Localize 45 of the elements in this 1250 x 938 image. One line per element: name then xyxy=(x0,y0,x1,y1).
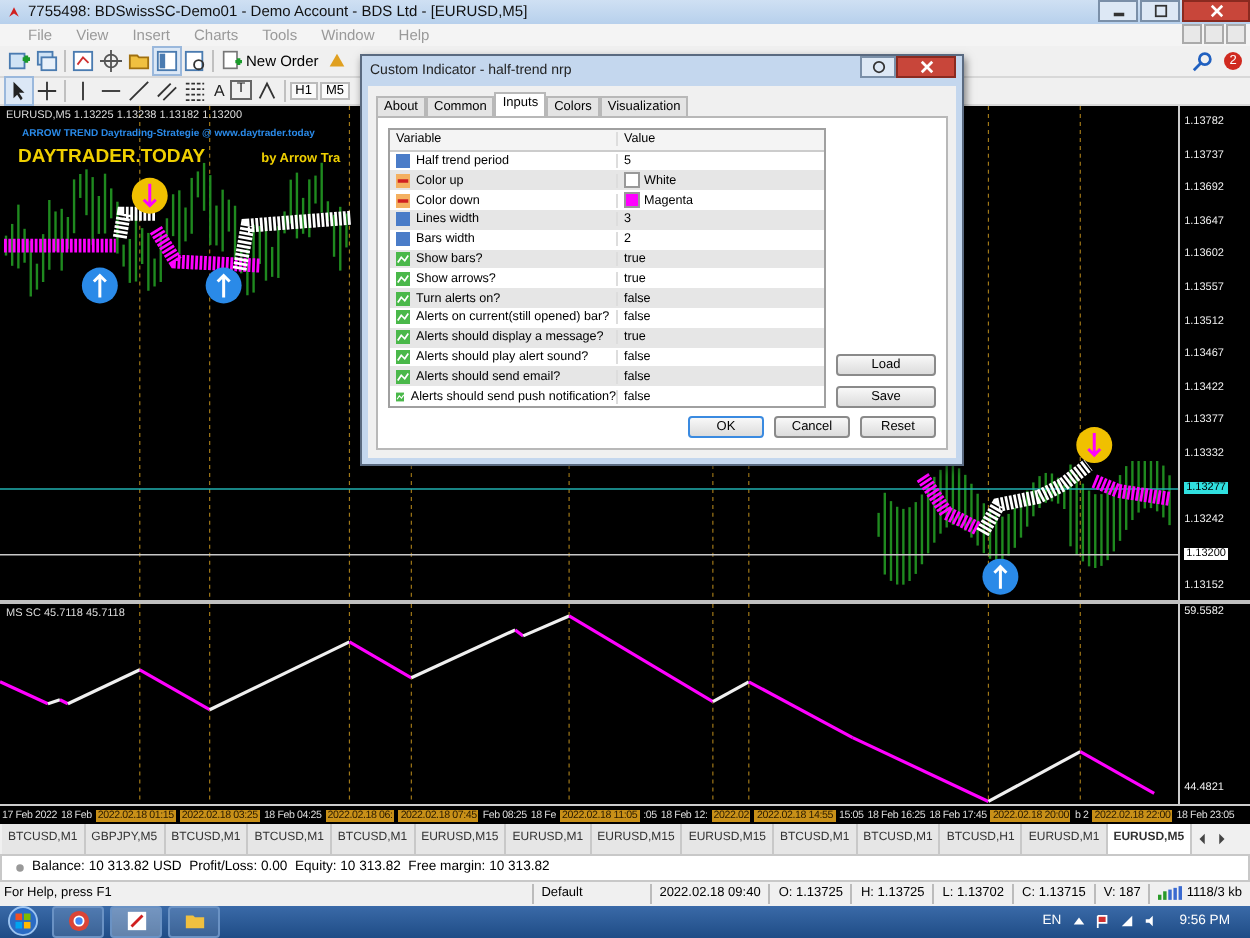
document-plus-icon xyxy=(222,50,242,71)
folder-taskbar-button[interactable] xyxy=(168,905,220,938)
speaker-icon[interactable] xyxy=(1143,914,1158,929)
switch-type-icon xyxy=(396,350,410,364)
switch-type-icon xyxy=(396,291,410,306)
browser-taskbar-button[interactable] xyxy=(52,905,104,938)
market-watch-icon[interactable] xyxy=(70,47,96,74)
maximize-icon xyxy=(1151,4,1169,18)
fibonacci-icon[interactable] xyxy=(182,77,208,104)
switch-type-icon xyxy=(396,252,410,267)
chart-app-icon xyxy=(125,910,147,933)
start-button[interactable] xyxy=(8,906,38,937)
close-button[interactable] xyxy=(896,56,956,78)
switch-type-icon xyxy=(396,369,410,384)
search-icon[interactable] xyxy=(1190,47,1216,74)
flag-icon[interactable] xyxy=(1095,914,1110,929)
signal-icon[interactable] xyxy=(1119,914,1134,929)
folder-icon xyxy=(183,910,205,933)
scroll-right-icon[interactable] xyxy=(1214,831,1229,846)
caret-up-icon[interactable] xyxy=(1071,914,1086,929)
close-button[interactable] xyxy=(1182,0,1250,22)
switch-type-icon xyxy=(396,330,410,345)
new-chart-icon[interactable] xyxy=(6,47,32,74)
number-type-icon xyxy=(396,154,410,169)
browser-icon xyxy=(67,910,89,933)
status-dot-icon xyxy=(14,861,26,874)
help-button[interactable] xyxy=(860,56,896,78)
arrows-icon[interactable] xyxy=(253,77,280,104)
scroll-left-icon[interactable] xyxy=(1196,831,1211,846)
connection-bars-icon xyxy=(1158,886,1183,901)
crosshair-icon[interactable] xyxy=(98,47,124,74)
switch-type-icon xyxy=(396,310,410,325)
maximize-button[interactable] xyxy=(1140,0,1180,22)
profiles-icon[interactable] xyxy=(34,47,60,74)
navigator-icon[interactable] xyxy=(154,47,180,74)
switch-type-icon xyxy=(396,271,410,286)
app-logo-icon xyxy=(6,3,22,20)
crosshair-icon[interactable] xyxy=(34,77,60,104)
switch-type-icon xyxy=(396,389,405,404)
trend-line-icon[interactable] xyxy=(126,77,152,104)
text-tool[interactable]: A xyxy=(210,81,229,100)
cursor-icon[interactable] xyxy=(6,77,32,104)
logo-text: DAYTRADER.TODAY xyxy=(18,146,206,169)
terminal-taskbar-button[interactable] xyxy=(110,905,162,938)
minimize-button[interactable] xyxy=(1098,0,1138,22)
